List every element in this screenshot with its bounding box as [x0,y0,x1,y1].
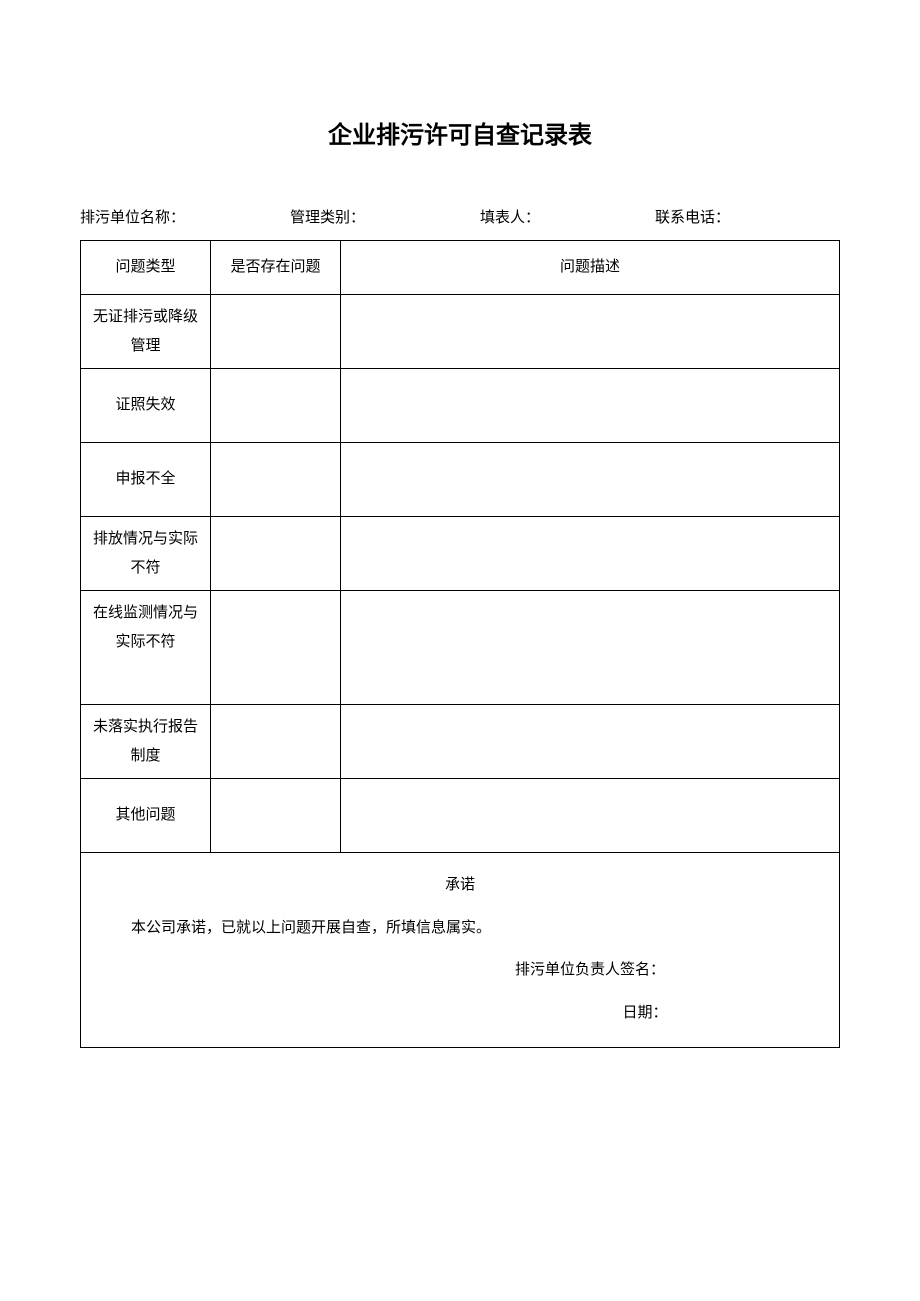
cell-type: 申报不全 [81,443,211,517]
cell-exist [211,591,341,705]
table-row: 排放情况与实际不符 [81,517,840,591]
cell-desc [341,443,840,517]
cell-desc [341,517,840,591]
cell-exist [211,705,341,779]
header-type: 问题类型 [81,241,211,295]
phone-field: 联系电话： [655,205,730,232]
cell-desc [341,369,840,443]
promise-cell: 承诺 本公司承诺，已就以上问题开展自查，所填信息属实。 排污单位负责人签名： 日… [81,853,840,1048]
promise-row: 承诺 本公司承诺，已就以上问题开展自查，所填信息属实。 排污单位负责人签名： 日… [81,853,840,1048]
cell-type: 证照失效 [81,369,211,443]
phone-label: 联系电话： [655,205,730,232]
info-row: 排污单位名称： 管理类别： 填表人： 联系电话： [80,205,840,232]
cell-desc [341,295,840,369]
cell-type: 未落实执行报告制度 [81,705,211,779]
header-exist: 是否存在问题 [211,241,341,295]
promise-body: 本公司承诺，已就以上问题开展自查，所填信息属实。 [101,914,819,943]
cell-type: 在线监测情况与实际不符 [81,591,211,705]
category-label: 管理类别： [290,205,365,232]
cell-exist [211,443,341,517]
table-row: 证照失效 [81,369,840,443]
header-desc: 问题描述 [341,241,840,295]
cell-exist [211,517,341,591]
table-row: 未落实执行报告制度 [81,705,840,779]
signature-line: 排污单位负责人签名： [101,956,819,985]
cell-desc [341,779,840,853]
table-row: 在线监测情况与实际不符 [81,591,840,705]
cell-exist [211,369,341,443]
unit-name-field: 排污单位名称： [80,205,290,232]
cell-type: 无证排污或降级管理 [81,295,211,369]
cell-desc [341,705,840,779]
unit-name-label: 排污单位名称： [80,205,185,232]
table-header-row: 问题类型 是否存在问题 问题描述 [81,241,840,295]
cell-type: 排放情况与实际不符 [81,517,211,591]
document-title: 企业排污许可自查记录表 [80,115,840,150]
cell-desc [341,591,840,705]
self-check-table: 问题类型 是否存在问题 问题描述 无证排污或降级管理 证照失效 申报不全 排放情… [80,240,840,1048]
filler-label: 填表人： [480,205,540,232]
date-line: 日期： [101,999,819,1028]
table-row: 无证排污或降级管理 [81,295,840,369]
category-field: 管理类别： [290,205,480,232]
promise-title: 承诺 [101,871,819,900]
cell-exist [211,295,341,369]
table-row: 申报不全 [81,443,840,517]
filler-field: 填表人： [480,205,655,232]
cell-exist [211,779,341,853]
cell-type: 其他问题 [81,779,211,853]
table-row: 其他问题 [81,779,840,853]
